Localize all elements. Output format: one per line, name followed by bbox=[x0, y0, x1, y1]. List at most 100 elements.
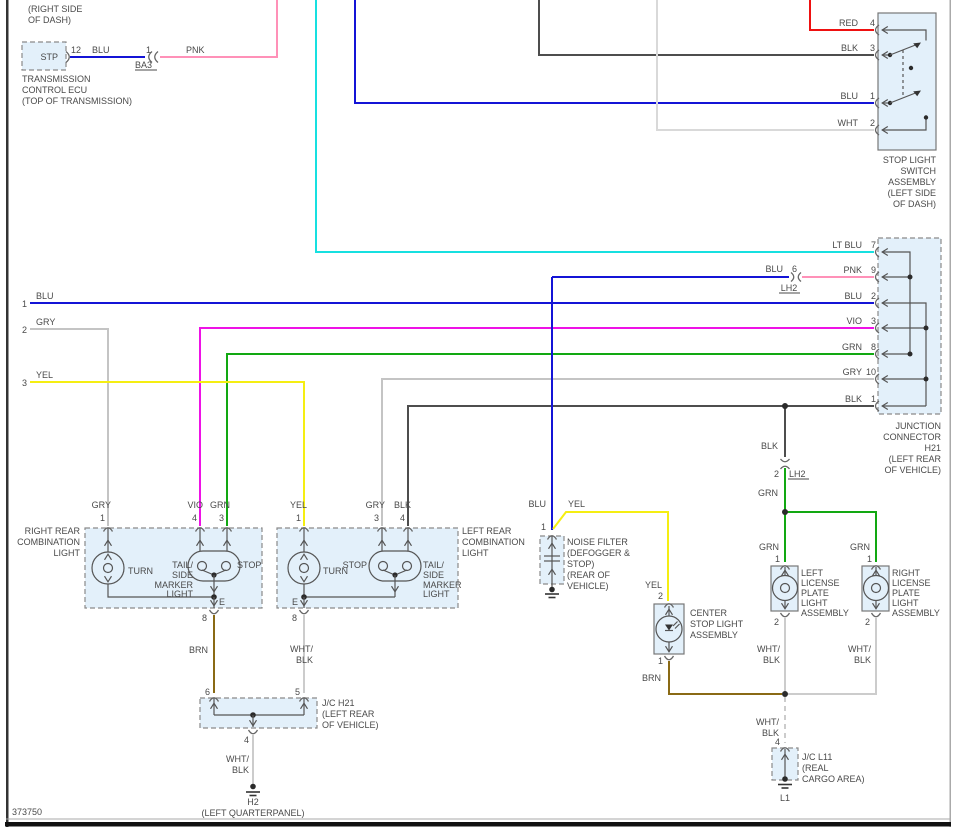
component-caption: OF VEHICLE) bbox=[322, 720, 379, 730]
component-caption: LIGHT bbox=[801, 598, 828, 608]
wire-label: VIO bbox=[187, 500, 203, 510]
wire-label: GRY bbox=[92, 500, 111, 510]
pin-number: 4 bbox=[870, 18, 875, 28]
component-caption: RIGHT REAR bbox=[25, 526, 81, 536]
pin-number: 1 bbox=[867, 554, 872, 564]
junction-dot bbox=[782, 691, 788, 697]
pin-number: 1 bbox=[871, 394, 876, 404]
frame-bottom-thin bbox=[6, 818, 951, 820]
component-caption: SWITCH bbox=[901, 166, 937, 176]
bulb-label: STOP bbox=[237, 560, 261, 570]
component-caption: (REAL bbox=[802, 763, 829, 773]
component-caption: JUNCTION bbox=[896, 421, 942, 431]
ground-name: L1 bbox=[780, 793, 790, 803]
component-caption: LIGHT bbox=[53, 548, 80, 558]
pin-number: 1 bbox=[146, 45, 151, 55]
component-caption: (TOP OF TRANSMISSION) bbox=[22, 96, 132, 106]
pin-number: 5 bbox=[295, 687, 300, 697]
feed-number: 2 bbox=[22, 325, 27, 335]
component-caption: ASSEMBLY bbox=[690, 630, 738, 640]
junction-dot bbox=[782, 403, 788, 409]
feed-wire-labels: 1 BLU 2 GRY 3 YEL bbox=[22, 291, 55, 388]
wire-label: GRN bbox=[210, 500, 230, 510]
component-caption: ASSEMBLY bbox=[892, 608, 940, 618]
component-caption: LIGHT bbox=[892, 598, 919, 608]
pin-number: 6 bbox=[792, 264, 797, 274]
component-caption: COMBINATION bbox=[17, 537, 80, 547]
wire-ltblu bbox=[315, 0, 874, 253]
frame-bottom-thick bbox=[5, 822, 951, 827]
wiring-diagram: (RIGHT SIDE OF DASH) STP 12 BLU 1 BA3 PN… bbox=[5, 0, 951, 827]
pin-number: 2 bbox=[774, 469, 779, 479]
bulb-label: TAIL/ bbox=[423, 560, 444, 570]
bulb-label: TURN bbox=[128, 566, 153, 576]
pin-number: 8 bbox=[871, 342, 876, 352]
component-caption: CONTROL ECU bbox=[22, 85, 87, 95]
jc-h21-box bbox=[199, 697, 318, 729]
wire-label: WHT bbox=[838, 118, 859, 128]
pin-number: 4 bbox=[192, 513, 197, 523]
component-caption: STOP LIGHT bbox=[883, 155, 937, 165]
pin-number: 4 bbox=[400, 513, 405, 523]
bulb-label: SIDE bbox=[172, 570, 193, 580]
pin-number: 12 bbox=[71, 45, 81, 55]
component-caption: VEHICLE) bbox=[567, 581, 609, 591]
component-caption: (LEFT REAR bbox=[889, 454, 942, 464]
component-caption: ASSEMBLY bbox=[801, 608, 849, 618]
transmission-ecu-labels: (RIGHT SIDE OF DASH) STP 12 BLU 1 BA3 PN… bbox=[22, 4, 205, 106]
pin-number: 4 bbox=[775, 737, 780, 747]
junction-dot bbox=[782, 509, 788, 515]
wire-label: GRY bbox=[36, 317, 55, 327]
wire-label: GRN bbox=[758, 488, 778, 498]
wire-pnk-top bbox=[160, 0, 278, 58]
component-caption: COMBINATION bbox=[462, 537, 525, 547]
location-note: (RIGHT SIDE bbox=[28, 4, 82, 14]
pin-number: 4 bbox=[244, 735, 249, 745]
wire-label: RED bbox=[839, 18, 859, 28]
pin-number: 7 bbox=[871, 240, 876, 250]
wire-label: BLU bbox=[36, 291, 54, 301]
wire-label: BLU bbox=[528, 499, 546, 509]
component-caption: RIGHT bbox=[892, 568, 921, 578]
feed-number: 1 bbox=[22, 299, 27, 309]
wiring-diagram-page: (RIGHT SIDE OF DASH) STP 12 BLU 1 BA3 PN… bbox=[0, 0, 957, 835]
wire-label: BRN bbox=[642, 673, 661, 683]
pin-number: 1 bbox=[100, 513, 105, 523]
pin-number: 6 bbox=[205, 687, 210, 697]
component-caption: OF VEHICLE) bbox=[884, 465, 941, 475]
wire-label: YEL bbox=[645, 580, 662, 590]
wire-brn-center bbox=[668, 661, 782, 695]
pin-number: 2 bbox=[774, 617, 779, 627]
bulb-label: LIGHT bbox=[166, 589, 193, 599]
wire-label: GRN bbox=[759, 542, 779, 552]
stp-label: STP bbox=[40, 52, 58, 62]
pin-number: 3 bbox=[871, 316, 876, 326]
wire-blk-switch bbox=[538, 0, 874, 56]
wire-label: BLK bbox=[394, 500, 411, 510]
component-caption: (DEFOGGER & bbox=[567, 548, 630, 558]
pin-number: 1 bbox=[775, 554, 780, 564]
component-caption: J/C L11 bbox=[802, 752, 832, 762]
bulb-label: TAIL/ bbox=[172, 560, 193, 570]
component-caption: PLATE bbox=[801, 588, 829, 598]
feed-number: 3 bbox=[22, 378, 27, 388]
wire-label: YEL bbox=[290, 500, 307, 510]
wire-label: PNK bbox=[186, 45, 205, 55]
pin-connectors bbox=[65, 24, 882, 752]
frame-right bbox=[949, 0, 951, 827]
wire-label: WHT/ bbox=[756, 717, 779, 727]
component-caption: TRANSMISSION bbox=[22, 74, 91, 84]
ground-pin-label: E bbox=[292, 597, 298, 607]
frame-left bbox=[6, 0, 9, 827]
ground-name: H2 bbox=[247, 797, 259, 807]
wire-blk1 bbox=[407, 405, 874, 526]
wire-label: YEL bbox=[36, 370, 53, 380]
wire-label: BLU bbox=[765, 264, 783, 274]
component-caption: OF DASH) bbox=[893, 199, 936, 209]
component-caption: J/C H21 bbox=[322, 698, 355, 708]
wire-label: BLU bbox=[840, 91, 858, 101]
wire-label: VIO bbox=[846, 316, 862, 326]
pin-number: 3 bbox=[219, 513, 224, 523]
component-caption: CONNECTOR bbox=[883, 432, 941, 442]
wires bbox=[30, 0, 877, 784]
